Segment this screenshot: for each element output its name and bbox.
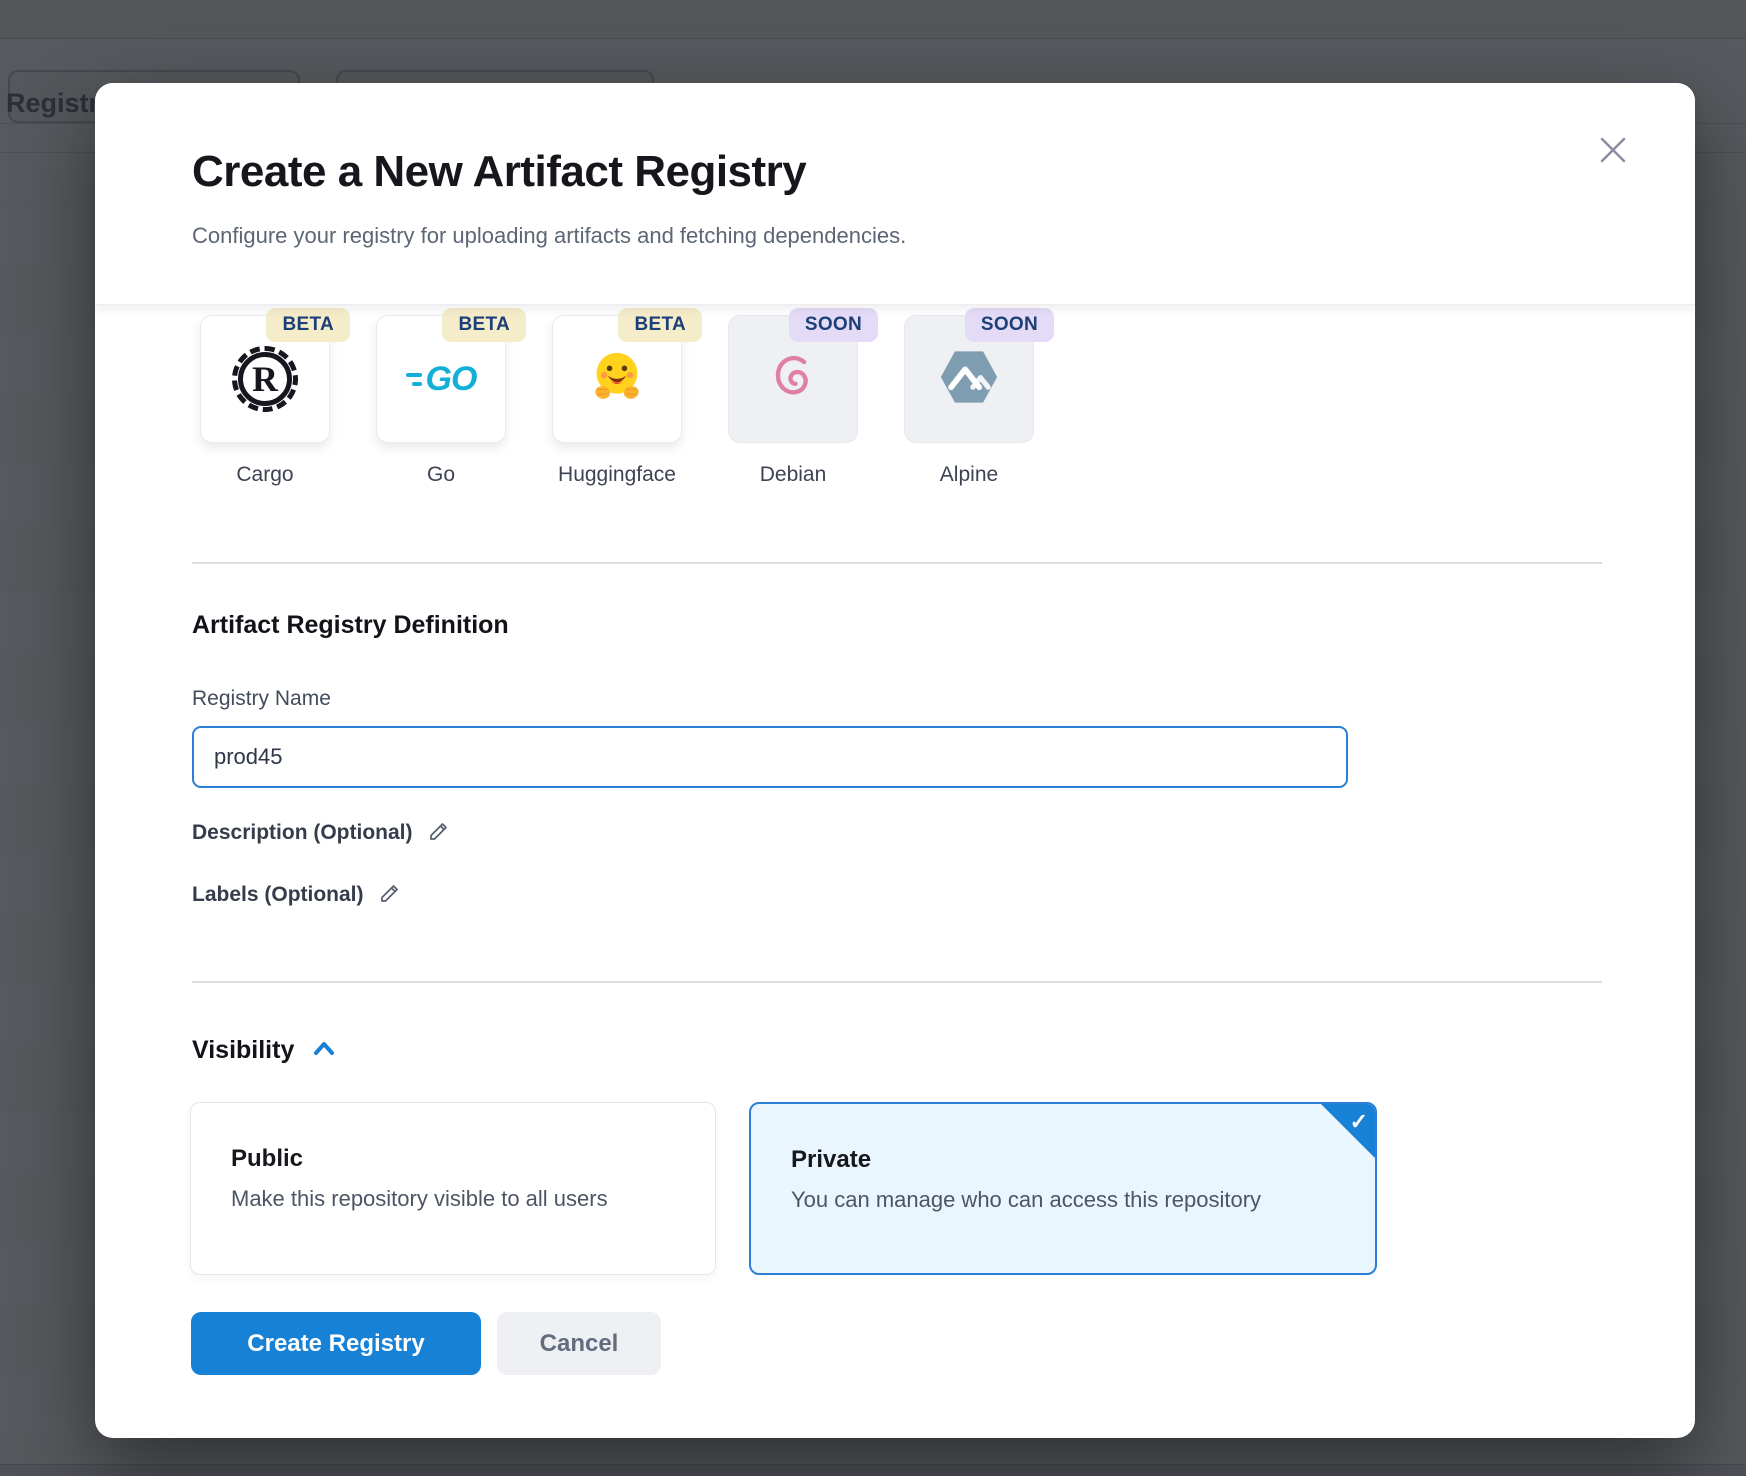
public-option-description: Make this repository visible to all user… xyxy=(231,1186,715,1212)
modal-header: Create a New Artifact Registry Configure… xyxy=(95,83,1695,305)
pencil-icon xyxy=(378,881,402,908)
soon-badge: SOON xyxy=(789,308,878,342)
beta-badge: BETA xyxy=(618,308,702,342)
huggingface-icon xyxy=(586,346,648,413)
labels-optional-label: Labels (Optional) xyxy=(192,883,364,907)
labels-optional-row: Labels (Optional) xyxy=(192,881,402,908)
visibility-option-public[interactable]: Public Make this repository visible to a… xyxy=(190,1102,716,1275)
cargo-icon: R xyxy=(232,346,298,412)
soon-badge: SOON xyxy=(965,308,1054,342)
edit-labels-button[interactable] xyxy=(378,881,402,908)
registry-name-label: Registry Name xyxy=(192,687,331,711)
edit-description-button[interactable] xyxy=(427,819,451,846)
collapse-visibility-button[interactable] xyxy=(312,1040,336,1061)
pencil-icon xyxy=(427,819,451,846)
registry-type-label: Debian xyxy=(728,463,858,487)
modal-subtitle: Configure your registry for uploading ar… xyxy=(192,223,906,249)
close-icon xyxy=(1596,155,1630,170)
private-option-description: You can manage who can access this repos… xyxy=(791,1187,1375,1213)
close-button[interactable] xyxy=(1591,129,1635,173)
debian-icon xyxy=(762,346,824,413)
modal-title: Create a New Artifact Registry xyxy=(192,147,806,197)
alpine-icon xyxy=(937,345,1001,414)
section-divider xyxy=(192,562,1602,564)
visibility-header-row: Visibility xyxy=(192,1036,336,1065)
description-optional-row: Description (Optional) xyxy=(192,819,451,846)
registry-type-label: Alpine xyxy=(904,463,1034,487)
registry-type-card-huggingface[interactable]: BETA xyxy=(552,308,682,568)
cancel-button[interactable]: Cancel xyxy=(497,1312,661,1375)
background-bottom-strip xyxy=(0,1464,1746,1476)
go-icon: GO xyxy=(406,360,477,399)
registry-type-card-alpine: SOON Alpine xyxy=(904,308,1034,568)
create-registry-modal: Create a New Artifact Registry Configure… xyxy=(95,83,1695,1438)
public-option-title: Public xyxy=(231,1145,715,1173)
screen: Registry Create a New Artifact Registry … xyxy=(0,0,1746,1476)
beta-badge: BETA xyxy=(266,308,350,342)
registry-type-card-debian: SOON Debian xyxy=(728,308,858,568)
background-top-bar xyxy=(0,0,1746,39)
section-divider xyxy=(192,981,1602,983)
registry-type-label: Huggingface xyxy=(552,463,682,487)
registry-type-label: Cargo xyxy=(200,463,330,487)
private-option-title: Private xyxy=(791,1146,1375,1174)
registry-type-card-go[interactable]: BETA GO Go xyxy=(376,308,506,568)
registry-type-card-cargo[interactable]: BETA R Cargo xyxy=(200,308,330,568)
registry-type-label: Go xyxy=(376,463,506,487)
chevron-up-icon xyxy=(312,1040,336,1061)
visibility-heading: Visibility xyxy=(192,1036,294,1065)
visibility-option-private[interactable]: Private You can manage who can access th… xyxy=(749,1102,1377,1275)
description-optional-label: Description (Optional) xyxy=(192,821,413,845)
check-icon: ✓ xyxy=(1350,1109,1368,1135)
registry-name-input[interactable] xyxy=(192,726,1348,788)
create-registry-button[interactable]: Create Registry xyxy=(191,1312,481,1375)
beta-badge: BETA xyxy=(442,308,526,342)
definition-heading: Artifact Registry Definition xyxy=(192,611,509,640)
